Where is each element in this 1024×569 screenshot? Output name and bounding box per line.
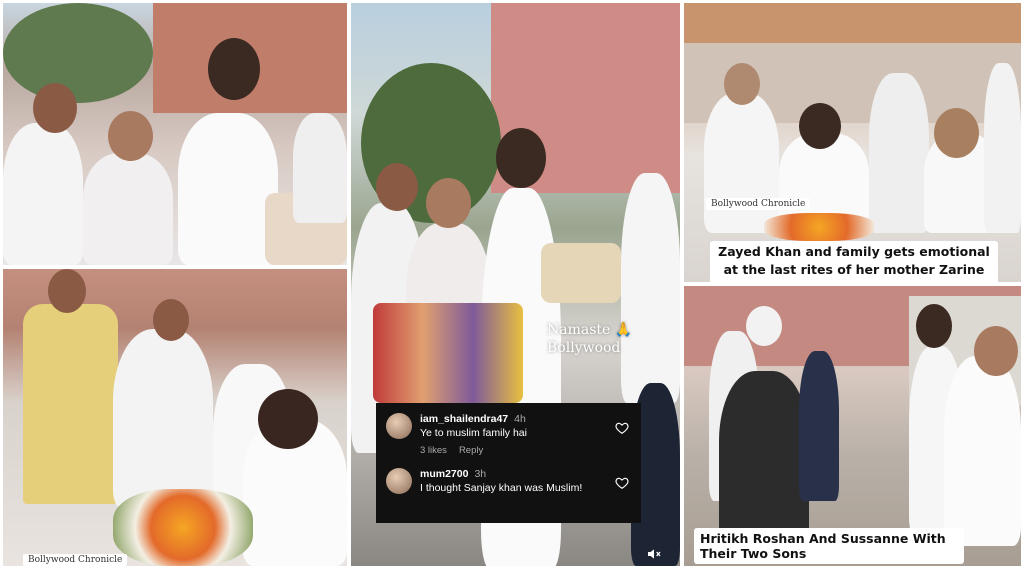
woman-white (704, 93, 779, 233)
flower-wreath (113, 489, 253, 566)
comment-text: Ye to muslim family hai (420, 427, 527, 439)
young-man-white (178, 113, 278, 265)
flower-wreath (764, 213, 874, 241)
caption: Hritikh Roshan And Sussanne With Their T… (694, 528, 964, 564)
comment-text: I thought Sanjay khan was Muslim! (420, 482, 583, 494)
young-man-head (496, 128, 546, 188)
overlay-watermark: Namaste 🙏 Bollywood (547, 321, 632, 357)
avatar (386, 413, 412, 439)
young-man-head (208, 38, 260, 100)
comments-overlay: iam_shailendra47 4h Ye to muslim family h… (376, 403, 641, 523)
young-man-head (799, 103, 841, 149)
comment-header: iam_shailendra47 4h (420, 413, 631, 425)
person-head (33, 83, 77, 133)
white-cap (746, 306, 782, 346)
comment-item: iam_shailendra47 4h Ye to muslim family h… (386, 413, 631, 456)
woman-white-dupatta (83, 153, 173, 265)
heart-icon[interactable] (615, 476, 629, 490)
watermark: Bollywood Chronicle (706, 198, 811, 210)
comment-time: 3h (474, 468, 487, 480)
comment-username[interactable]: mum2700 (420, 468, 468, 480)
comment-meta: 3 likes Reply (420, 445, 631, 456)
photo-center: Namaste 🙏 Bollywood iam_shailendra47 4h Y… (351, 3, 680, 566)
man-yellow-kurta (23, 304, 118, 504)
comment-username[interactable]: iam_shailendra47 (420, 413, 508, 425)
man-head (376, 163, 418, 211)
avatar (386, 468, 412, 494)
reply-button[interactable]: Reply (459, 445, 483, 456)
tree (3, 3, 153, 103)
woman-head (974, 326, 1018, 376)
man-head (48, 269, 86, 313)
woman-head (258, 389, 318, 449)
building-wall (684, 3, 1021, 43)
man-head (153, 299, 189, 341)
photo-top-right: Bollywood Chronicle Zayed Khan and famil… (684, 3, 1021, 282)
person-white-shirt (3, 123, 83, 265)
photo-bottom-left: Bollywood Chronicle (3, 269, 347, 566)
man-navy (799, 351, 839, 501)
comment-header: mum2700 3h (420, 468, 631, 480)
inset-collage (373, 303, 523, 403)
man-right (621, 173, 680, 403)
bier-flowers (541, 243, 621, 303)
woman-right (984, 63, 1021, 233)
comment-time: 4h (514, 413, 526, 425)
watermark: Bollywood Chronicle (23, 554, 128, 566)
woman-white (944, 356, 1021, 546)
man-white-kurta (113, 329, 213, 509)
photo-top-left (3, 3, 347, 265)
woman-head (108, 111, 153, 161)
caption: Zayed Khan and family gets emotional at … (710, 241, 998, 282)
woman-head (724, 63, 760, 105)
overlay-line2: Bollywood (547, 340, 621, 356)
man-white (869, 73, 929, 233)
young-man-head (916, 304, 952, 348)
mute-icon[interactable] (646, 546, 662, 562)
comment-item: mum2700 3h I thought Sanjay khan was Musl… (386, 468, 631, 494)
comment-likes[interactable]: 3 likes (420, 445, 447, 456)
photo-bottom-right: Hritikh Roshan And Sussanne With Their T… (684, 286, 1021, 566)
man-black-hoodie (719, 371, 809, 546)
overlay-line1: Namaste 🙏 (547, 322, 633, 338)
woman-head (934, 108, 979, 158)
man-right (293, 113, 347, 223)
woman-head (426, 178, 471, 228)
heart-icon[interactable] (615, 421, 629, 435)
